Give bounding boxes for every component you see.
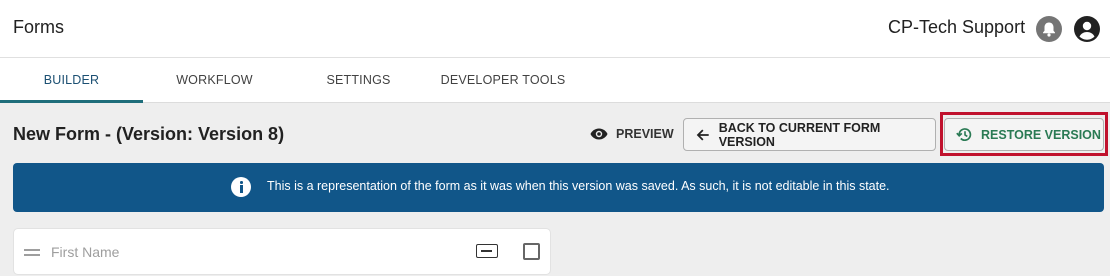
- restore-version-button[interactable]: RESTORE VERSION: [944, 118, 1104, 151]
- bell-icon[interactable]: [1036, 16, 1062, 42]
- drag-handle-icon[interactable]: [24, 249, 40, 256]
- back-label: BACK TO CURRENT FORM VERSION: [718, 120, 881, 149]
- field-select-checkbox[interactable]: [523, 243, 540, 260]
- restore-history-icon: [956, 128, 972, 141]
- eye-icon: [590, 128, 608, 140]
- restore-label: RESTORE VERSION: [981, 127, 1101, 142]
- field-label: First Name: [51, 244, 120, 260]
- user-name[interactable]: CP-Tech Support: [888, 17, 1025, 38]
- text-field-type-icon: [476, 244, 498, 258]
- tab-bar: BUILDER WORKFLOW SETTINGS DEVELOPER TOOL…: [0, 58, 1110, 103]
- tab-builder[interactable]: BUILDER: [0, 58, 143, 103]
- app-title: Forms: [13, 17, 64, 37]
- info-icon: [231, 177, 251, 197]
- top-app-bar: Forms CP-Tech Support: [0, 0, 1110, 58]
- preview-button[interactable]: PREVIEW: [590, 120, 674, 148]
- form-field-card[interactable]: First Name: [13, 228, 551, 275]
- info-banner: This is a representation of the form as …: [13, 163, 1104, 212]
- preview-label: PREVIEW: [616, 127, 674, 141]
- tab-workflow[interactable]: WORKFLOW: [143, 58, 286, 103]
- page-title: New Form - (Version: Version 8): [13, 124, 285, 144]
- arrow-left-icon: [696, 128, 709, 141]
- tab-developer-tools[interactable]: DEVELOPER TOOLS: [430, 58, 576, 103]
- active-tab-indicator: [0, 100, 143, 103]
- info-banner-text: This is a representation of the form as …: [267, 179, 890, 193]
- tab-settings[interactable]: SETTINGS: [287, 58, 430, 103]
- back-to-current-version-button[interactable]: BACK TO CURRENT FORM VERSION: [683, 118, 936, 151]
- account-circle-icon[interactable]: [1074, 16, 1100, 42]
